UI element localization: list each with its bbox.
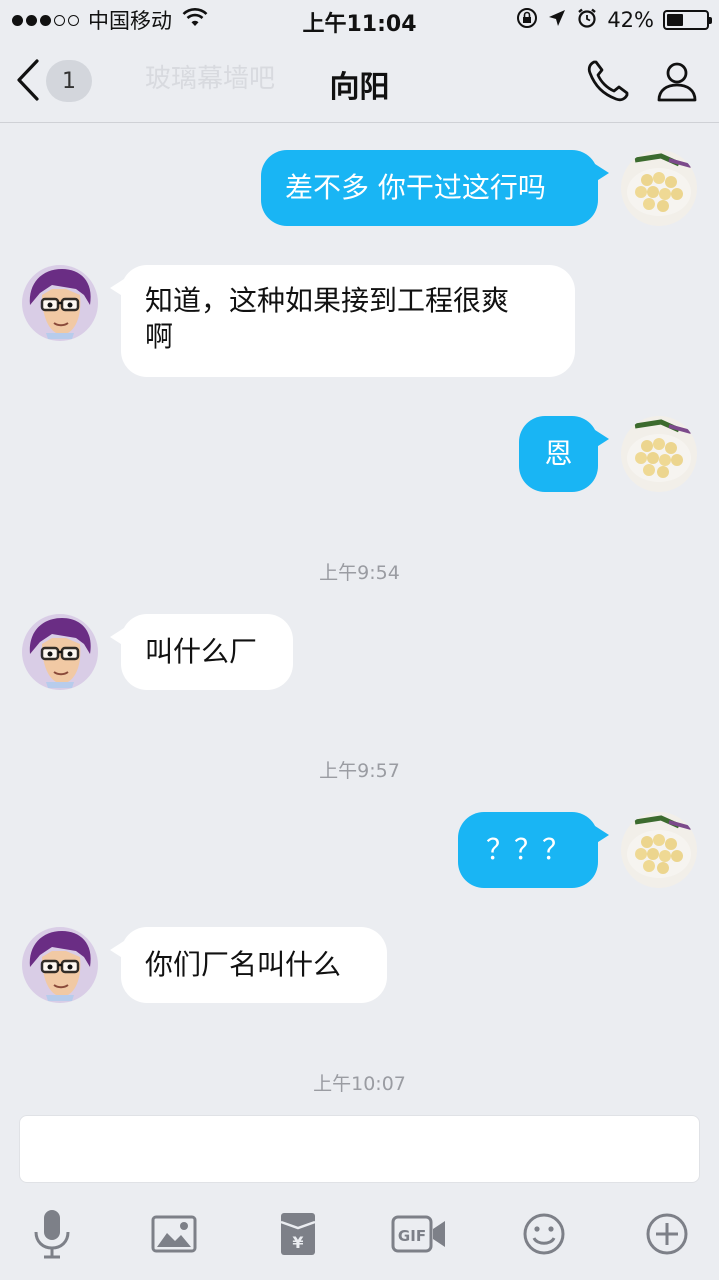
my-avatar[interactable] [621,416,697,492]
contact-avatar[interactable] [22,265,98,341]
battery-fill [667,14,683,26]
red-packet-icon[interactable]: ¥ [270,1206,326,1262]
gif-icon[interactable]: GIF [391,1206,447,1262]
timestamp: 上午9:57 [319,760,400,782]
message-text: 叫什么厂 [145,635,258,668]
message-bubble-outgoing[interactable]: ？？？ [458,812,609,888]
chat-area[interactable]: 差不多 你干过这行吗 知道，这种如果接到工程很爽 啊 恩 上午9:54 叫什么厂… [0,124,719,1114]
phone-icon[interactable] [583,56,633,106]
contact-avatar[interactable] [22,927,98,1003]
timestamp: 上午10:07 [313,1073,406,1095]
microphone-icon[interactable] [24,1206,80,1262]
status-right: 42% [516,7,712,33]
message-text: ？？？ [485,833,570,866]
message-text-line: 知道，这种如果接到工程很爽 [145,284,510,317]
message-bubble-incoming[interactable]: 你们厂名叫什么 [110,927,387,1003]
message-bubble-outgoing[interactable]: 恩 [519,416,609,492]
contact-avatar[interactable] [22,614,98,690]
input-toolbar: ¥ GIF [0,1192,719,1280]
my-avatar[interactable] [621,812,697,888]
battery-icon [663,10,712,30]
message-bubble-incoming[interactable]: 知道，这种如果接到工程很爽 啊 [110,265,575,377]
message-input[interactable] [19,1115,700,1183]
emoji-icon[interactable] [516,1206,572,1262]
location-icon [547,8,567,32]
message-bubble-outgoing[interactable]: 差不多 你干过这行吗 [261,150,609,226]
nav-bar: 1 玻璃幕墙吧 向阳 [0,40,719,123]
message-bubble-incoming[interactable]: 叫什么厂 [110,614,293,690]
my-avatar[interactable] [621,150,697,226]
image-icon[interactable] [146,1206,202,1262]
plus-icon[interactable] [639,1206,695,1262]
orientation-lock-icon [516,7,538,33]
svg-text:¥: ¥ [292,1233,303,1252]
message-text: 恩 [544,437,573,470]
message-text: 你们厂名叫什么 [145,948,342,981]
message-text-line: 啊 [145,320,174,353]
message-text: 差不多 你干过这行吗 [285,171,546,204]
alarm-icon [576,7,598,33]
profile-icon[interactable] [652,56,702,106]
svg-text:GIF: GIF [398,1227,426,1245]
battery-percent: 42% [607,8,654,32]
status-bar: 中国移动 上午11:04 42% [0,0,719,40]
timestamp: 上午9:54 [319,562,400,584]
